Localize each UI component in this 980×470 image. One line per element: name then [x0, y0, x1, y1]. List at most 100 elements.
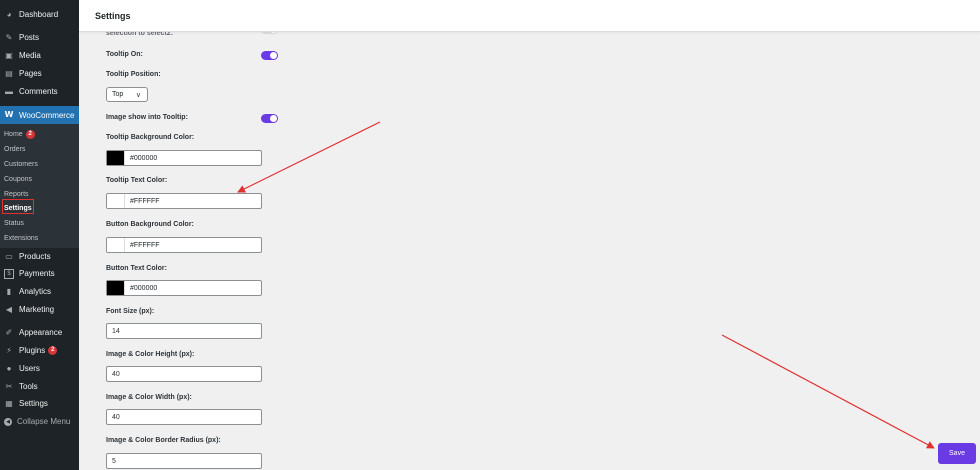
appearance-icon: ✐ [5, 327, 13, 337]
button-bg-label: Button Background Color: [106, 221, 194, 228]
save-button[interactable]: Save [938, 443, 976, 464]
submenu-reports-label: Reports [4, 190, 29, 198]
tooltip-on-label: Tooltip On: [106, 51, 143, 58]
menu-posts[interactable]: ✎ Posts [0, 29, 79, 46]
button-text-value: #000000 [130, 284, 158, 292]
settings-icon: ▦ [5, 398, 13, 408]
collapse-icon: ◀ [4, 417, 12, 426]
img-height-input[interactable]: 40 [106, 366, 262, 382]
menu-posts-label: Posts [19, 33, 40, 42]
menu-comments[interactable]: ▬ Comments [0, 83, 79, 100]
menu-comments-label: Comments [19, 87, 58, 96]
img-radius-label: Image & Color Border Radius (px): [106, 437, 221, 444]
plugins-icon: ⚡ [6, 345, 12, 355]
menu-media-label: Media [19, 51, 41, 60]
menu-products[interactable]: ▭ Products [0, 248, 79, 265]
submenu-home-label: Home [4, 130, 23, 138]
tooltip-position-select[interactable]: Top ∨ [106, 87, 148, 102]
menu-appearance[interactable]: ✐ Appearance [0, 324, 79, 341]
submenu-extensions[interactable]: Extensions [4, 232, 38, 244]
home-badge: 2 [25, 129, 35, 139]
img-height-label: Image & Color Height (px): [106, 351, 195, 358]
tooltip-text-label: Tooltip Text Color: [106, 177, 168, 184]
img-radius-input[interactable]: 5 [106, 453, 262, 469]
menu-users[interactable]: ● Users [0, 360, 79, 377]
page-title: Settings [95, 11, 131, 21]
img-width-label: Image & Color Width (px): [106, 394, 192, 401]
analytics-icon: ▮ [6, 286, 12, 296]
tooltip-text-color-field[interactable]: #FFFFFF [106, 193, 262, 209]
menu-payments[interactable]: $ Payments [0, 265, 79, 282]
pin-icon: ✎ [5, 32, 13, 42]
menu-analytics-label: Analytics [19, 287, 52, 296]
tooltip-text-swatch[interactable] [107, 194, 125, 208]
menu-marketing[interactable]: ◀ Marketing [0, 301, 79, 318]
menu-payments-label: Payments [19, 269, 55, 278]
tooltip-bg-label: Tooltip Background Color: [106, 134, 195, 141]
menu-dashboard[interactable]: ◕ Dashboard [0, 6, 79, 23]
submenu-coupons[interactable]: Coupons [4, 173, 32, 185]
img-width-input[interactable]: 40 [106, 409, 262, 425]
menu-settings[interactable]: ▦ Settings [0, 395, 79, 412]
submenu-customers-label: Customers [4, 160, 38, 168]
settings-highlight-box [2, 199, 34, 214]
dashboard-icon: ◕ [6, 9, 12, 19]
products-icon: ▭ [5, 251, 13, 261]
tooltip-position-label: Tooltip Position: [106, 71, 161, 78]
page-header: Settings [79, 0, 980, 32]
submenu-home[interactable]: Home 2 [4, 128, 35, 140]
button-text-label: Button Text Color: [106, 265, 167, 272]
admin-sidebar: ◕ Dashboard ✎ Posts ▣ Media ▤ Pages ▬ Co… [0, 0, 79, 470]
menu-plugins[interactable]: ⚡ Plugins 2 [0, 342, 79, 359]
menu-pages[interactable]: ▤ Pages [0, 65, 79, 82]
submenu-status[interactable]: Status [4, 217, 24, 229]
collapse-menu-label: Collapse Menu [17, 417, 71, 426]
woocommerce-icon: W [4, 110, 14, 119]
menu-users-label: Users [19, 364, 40, 373]
menu-analytics[interactable]: ▮ Analytics [0, 283, 79, 300]
tooltip-position-value: Top [112, 91, 124, 98]
tooltip-text-value: #FFFFFF [130, 197, 160, 205]
submenu-extensions-label: Extensions [4, 234, 39, 242]
tools-icon: ✂ [5, 381, 13, 391]
menu-media[interactable]: ▣ Media [0, 47, 79, 64]
woocommerce-submenu: Home 2 Orders Customers Coupons Reports … [0, 124, 79, 248]
image-tooltip-toggle[interactable] [261, 114, 278, 123]
plugins-badge: 2 [48, 346, 58, 355]
submenu-coupons-label: Coupons [4, 175, 33, 183]
submenu-status-label: Status [4, 219, 24, 227]
submenu-customers[interactable]: Customers [4, 158, 38, 170]
font-size-input[interactable]: 14 [106, 323, 262, 339]
menu-woocommerce[interactable]: W WooCommerce [0, 106, 79, 124]
comments-icon: ▬ [5, 86, 13, 96]
button-text-swatch[interactable] [107, 281, 125, 295]
menu-tools[interactable]: ✂ Tools [0, 378, 79, 395]
tooltip-bg-swatch[interactable] [107, 151, 125, 165]
menu-marketing-label: Marketing [19, 305, 55, 314]
collapse-menu-button[interactable]: ◀ Collapse Menu [0, 413, 79, 430]
button-bg-color-field[interactable]: #FFFFFF [106, 237, 262, 253]
menu-dashboard-label: Dashboard [19, 10, 59, 19]
submenu-orders-label: Orders [4, 145, 26, 153]
marketing-icon: ◀ [5, 304, 13, 314]
tooltip-bg-color-field[interactable]: #000000 [106, 150, 262, 166]
menu-settings-label: Settings [19, 399, 48, 408]
chevron-down-icon: ∨ [135, 92, 141, 99]
tooltip-bg-value: #000000 [130, 154, 158, 162]
menu-woocommerce-label: WooCommerce [19, 110, 75, 120]
image-tooltip-label: Image show into Tooltip: [106, 114, 188, 121]
menu-products-label: Products [19, 252, 51, 261]
menu-appearance-label: Appearance [19, 328, 63, 337]
menu-plugins-label: Plugins [19, 346, 46, 355]
button-text-color-field[interactable]: #000000 [106, 280, 262, 296]
payments-icon: $ [4, 268, 14, 279]
arrow-to-save-button [721, 334, 935, 449]
tooltip-on-toggle[interactable] [261, 51, 278, 60]
submenu-orders[interactable]: Orders [4, 143, 25, 155]
pages-icon: ▤ [5, 68, 13, 78]
media-icon: ▣ [5, 50, 13, 60]
users-icon: ● [6, 363, 12, 373]
button-bg-value: #FFFFFF [130, 241, 160, 249]
button-bg-swatch[interactable] [107, 238, 125, 252]
menu-tools-label: Tools [19, 382, 38, 391]
